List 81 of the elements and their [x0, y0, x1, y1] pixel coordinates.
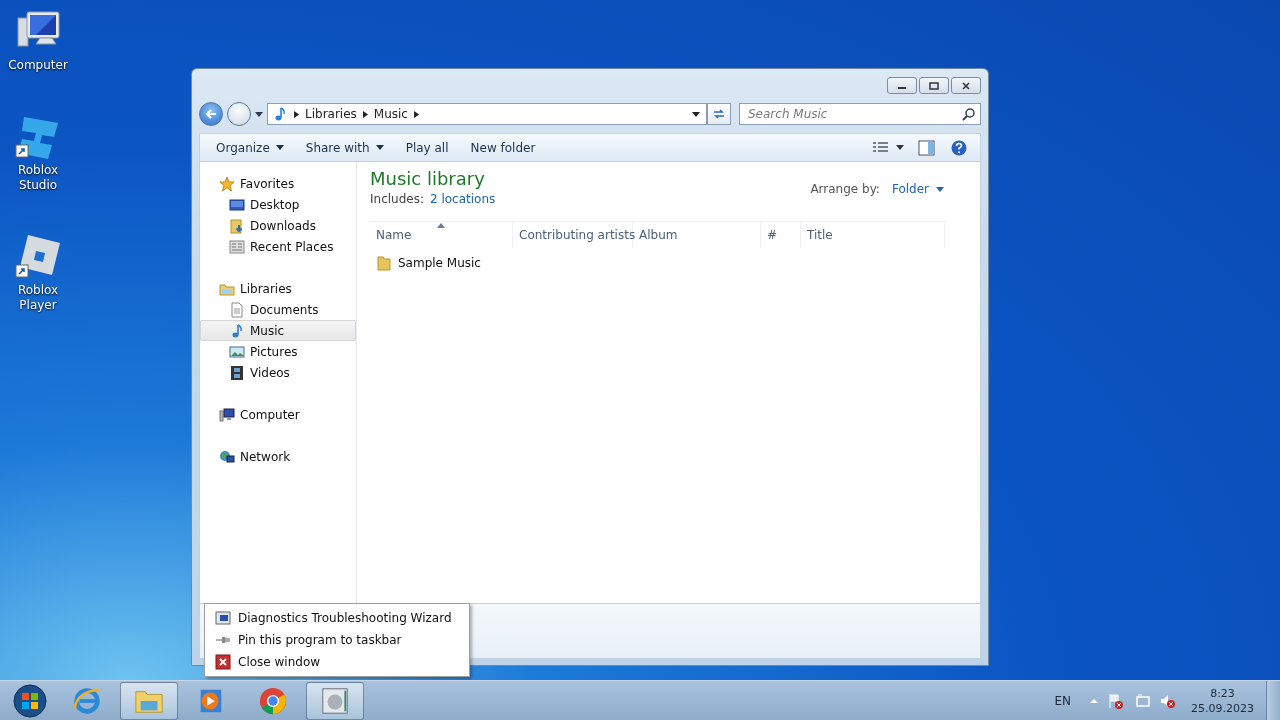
back-button[interactable] [199, 102, 223, 126]
caret-icon [275, 145, 284, 150]
arrange-label: Arrange by: [810, 182, 880, 196]
toolbar-button[interactable]: Play all [397, 136, 457, 159]
locations-link[interactable]: 2 locations [430, 192, 496, 206]
download-folder-icon [229, 217, 245, 234]
nav-item[interactable]: Music [200, 320, 356, 341]
maximize-icon [929, 81, 939, 90]
nav-item[interactable]: Desktop [200, 194, 356, 215]
library-title: Music library [370, 168, 486, 190]
nav-item[interactable]: Downloads [200, 215, 356, 236]
pane-icon [918, 139, 936, 156]
refresh-icon [712, 107, 726, 121]
toolbar-button[interactable]: Organize [208, 136, 292, 159]
minimize-button[interactable] [887, 77, 917, 94]
caret-icon [375, 145, 384, 150]
includes-label: Includes: [370, 192, 424, 206]
chevron-icon [294, 110, 299, 118]
column-header[interactable]: Name [370, 222, 513, 248]
landscape-icon [229, 343, 245, 360]
computer-icon [219, 406, 235, 423]
document-icon [229, 301, 245, 318]
recent-places-icon [229, 238, 245, 255]
star-icon [219, 175, 235, 192]
arrange-dropdown[interactable]: Folder [891, 182, 944, 196]
breadcrumb[interactable]: Music [373, 107, 408, 121]
nav-item[interactable]: Computer [200, 404, 356, 425]
breadcrumb[interactable]: Libraries [305, 107, 357, 121]
chevron-icon [362, 110, 368, 118]
monitor-icon [229, 196, 245, 213]
caret-icon [255, 111, 263, 117]
folder-icon [376, 255, 392, 271]
nav-item[interactable]: Favorites [200, 173, 356, 194]
search-icon [962, 107, 976, 121]
desktop-icon-label[interactable]: Roblox Studio [0, 163, 76, 193]
up-arrow-icon [1090, 698, 1098, 703]
nav-item[interactable]: Libraries [200, 278, 356, 299]
nav-item[interactable]: Documents [200, 299, 356, 320]
toolbar-button[interactable]: New folder [462, 136, 544, 159]
sort-arrow-icon [437, 223, 445, 228]
nav-item[interactable]: Recent Places [200, 236, 356, 257]
forward-button[interactable] [227, 102, 251, 126]
nav-item[interactable]: Network [200, 446, 356, 467]
back-arrow-icon [204, 107, 218, 121]
close-icon [215, 654, 231, 670]
desktop-icon-label[interactable]: Roblox Player [0, 283, 76, 313]
show-desktop-button[interactable] [1266, 680, 1280, 720]
close-button[interactable] [951, 77, 981, 94]
column-header[interactable]: Title [801, 222, 945, 248]
taskbar-button[interactable] [306, 681, 364, 720]
refresh-button[interactable] [707, 103, 731, 125]
chevron-icon [414, 110, 419, 118]
menu-item[interactable]: Diagnostics Troubleshooting Wizard [205, 607, 469, 629]
address-bar[interactable]: Libraries Music [267, 103, 707, 125]
taskbar-button[interactable] [120, 681, 178, 720]
menu-item[interactable]: Pin this program to taskbar [205, 629, 469, 651]
help-icon [950, 139, 968, 156]
close-icon [961, 81, 971, 90]
language-indicator[interactable]: EN [1054, 693, 1071, 708]
column-header[interactable]: Contributing artists [513, 222, 633, 248]
flag-error-icon [1108, 692, 1124, 709]
caret-icon [692, 111, 700, 117]
clock[interactable]: 8:23 25.09.2023 [1191, 685, 1254, 716]
wizard-icon [215, 610, 231, 626]
desktop-icon-label[interactable]: Computer [0, 58, 76, 73]
maximize-button[interactable] [919, 77, 949, 94]
toolbar-button[interactable]: Share with [297, 136, 392, 159]
caret-icon [936, 186, 944, 192]
app-window-icon [320, 685, 350, 716]
nav-item[interactable]: Pictures [200, 341, 356, 362]
browser-e-icon [72, 685, 102, 716]
network-icon [1134, 692, 1150, 709]
menu-item[interactable]: Close window [205, 651, 469, 673]
nav-item[interactable]: Videos [200, 362, 356, 383]
column-header[interactable]: # [761, 222, 801, 248]
search-field[interactable]: Search Music [739, 103, 981, 125]
globe-icon [219, 448, 235, 465]
file-name[interactable]: Sample Music [398, 256, 481, 270]
film-icon [229, 364, 245, 381]
shortcut-square-icon [14, 233, 62, 281]
caret-icon [896, 145, 904, 150]
